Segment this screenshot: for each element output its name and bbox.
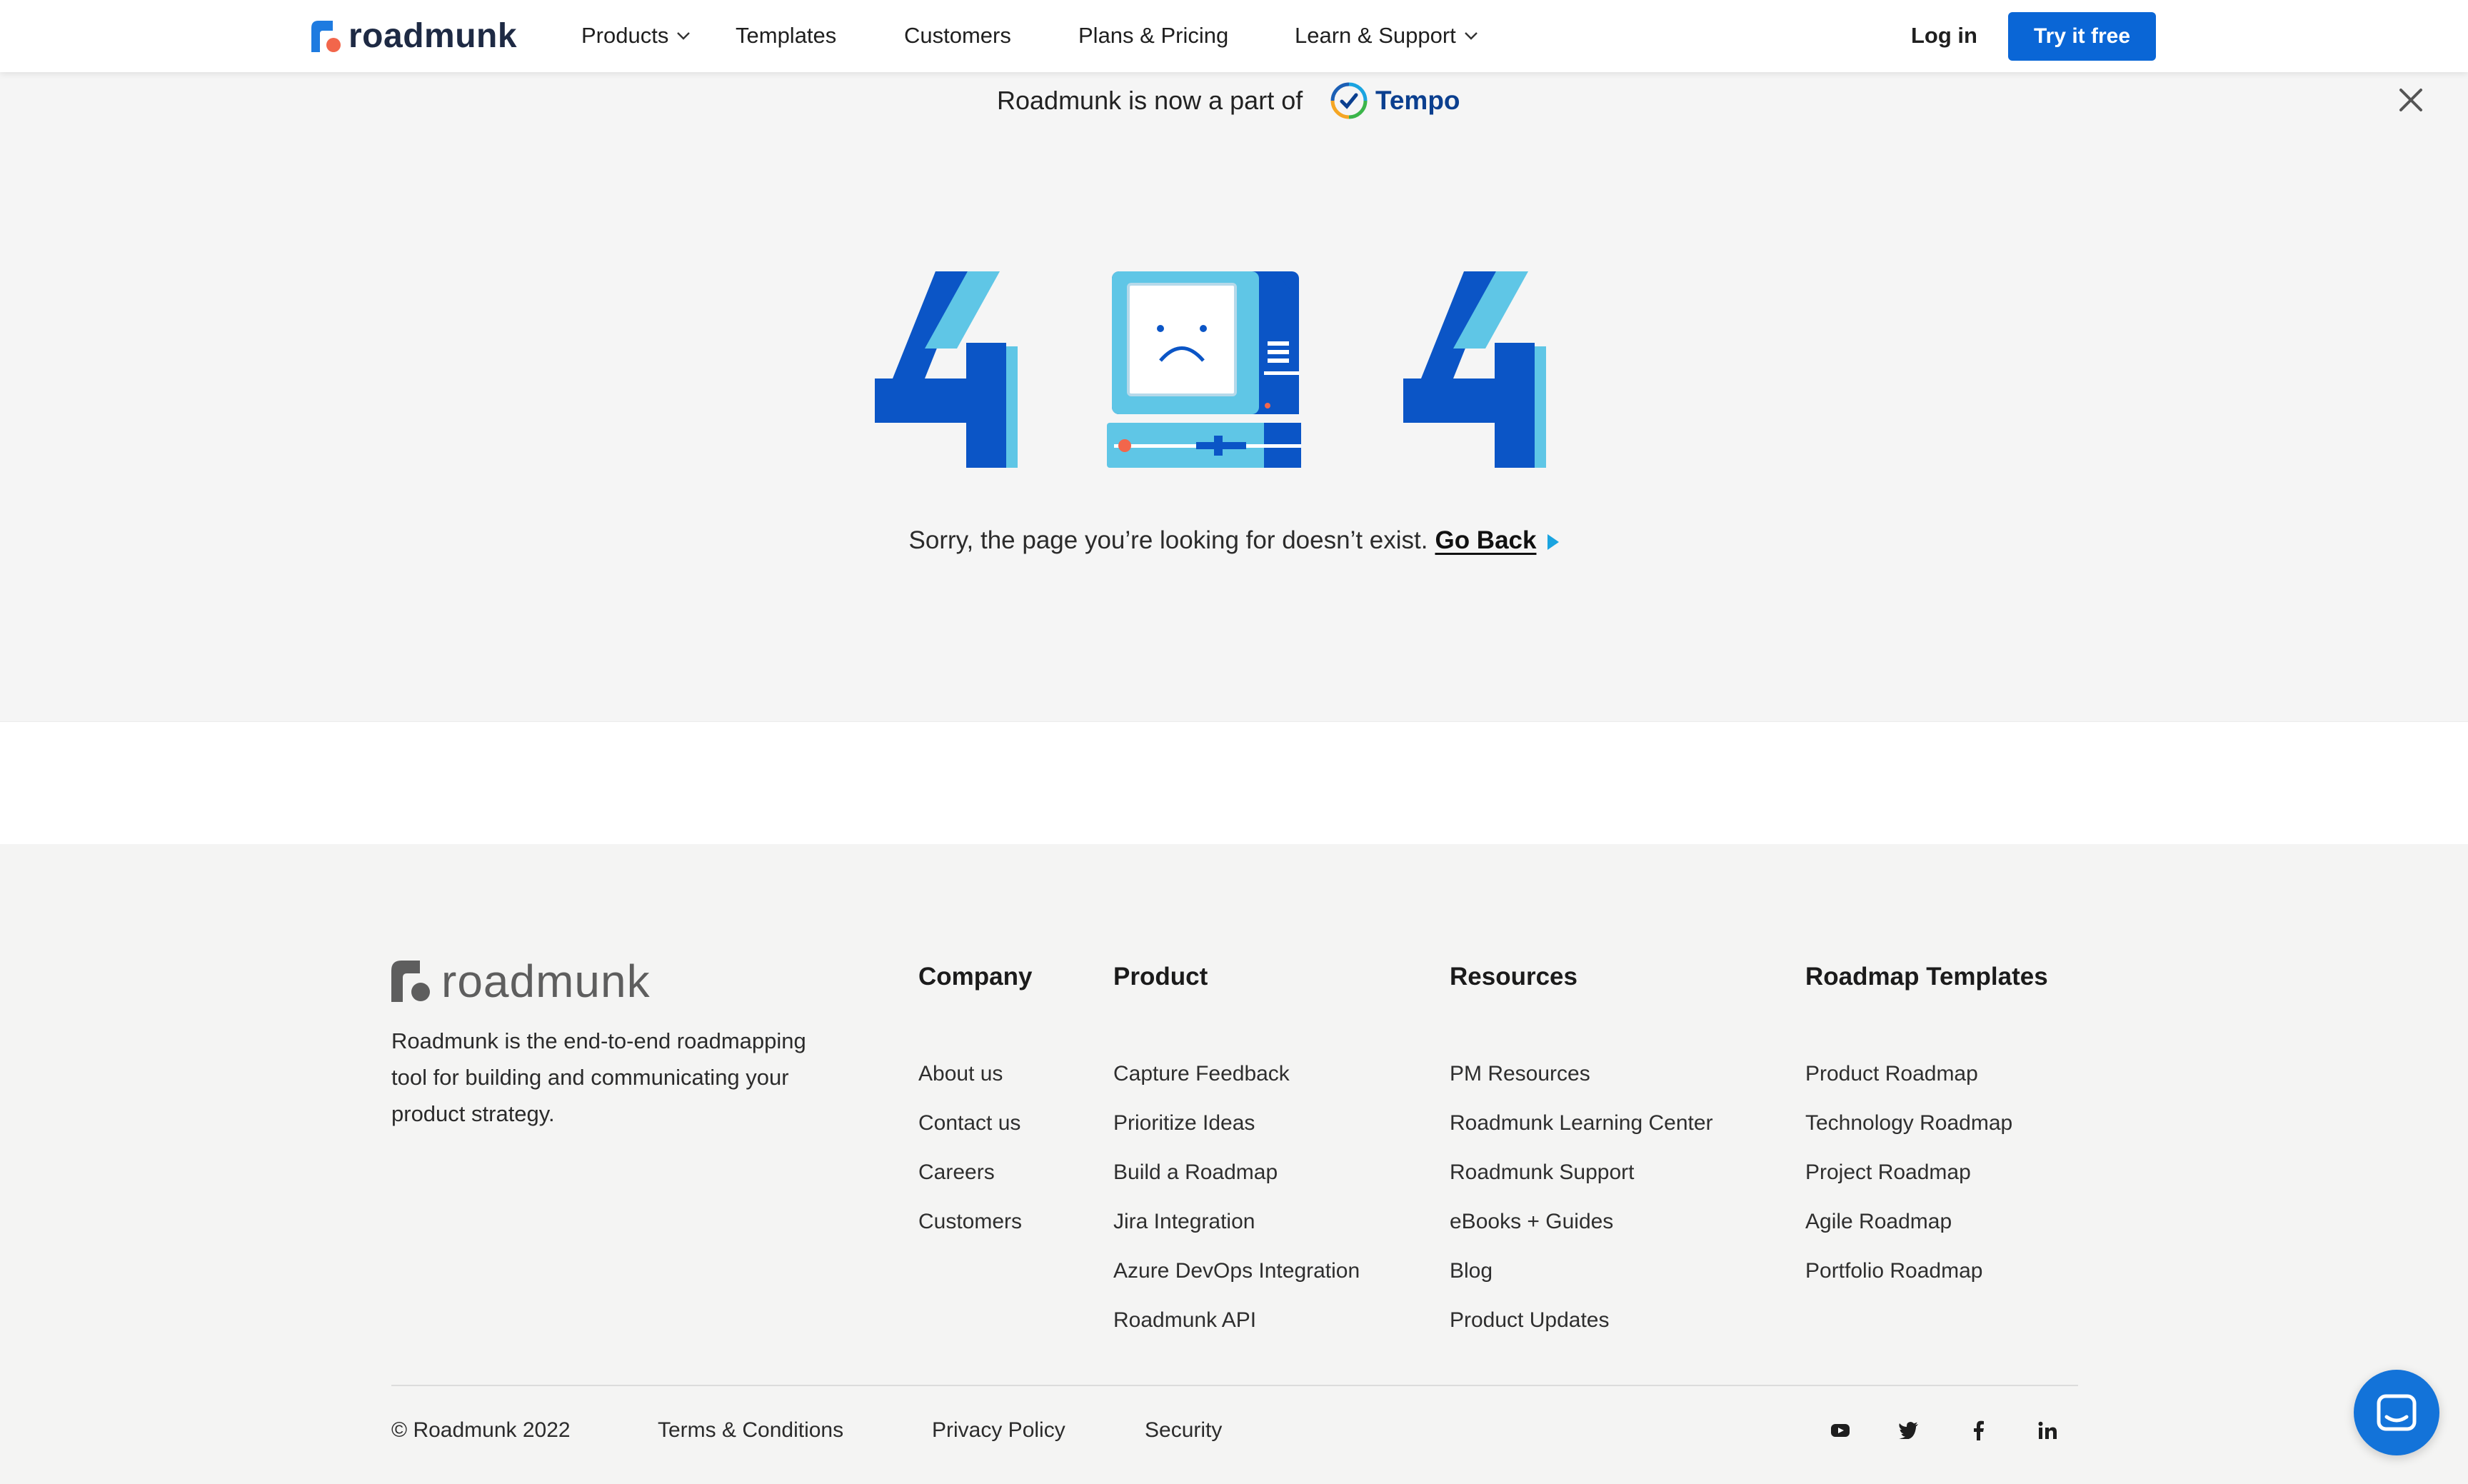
nav-templates[interactable]: Templates [736,20,836,51]
site-footer: roadmunk Roadmunk is the end-to-end road… [0,844,2468,1484]
footer-link-blog[interactable]: Blog [1450,1246,1713,1295]
footer-column-company: Company About us Contact us Careers Cust… [918,958,1032,1246]
nav-plans-pricing-label: Plans & Pricing [1078,23,1229,48]
roadmunk-logo[interactable]: roadmunk [311,19,517,54]
footer-column-title: Product [1113,963,1208,991]
site-header: roadmunk Products Templates Customers Pl… [0,0,2468,72]
acquisition-banner-text: Roadmunk is now a part of [997,86,1303,115]
footer-column-title: Resources [1450,963,1577,991]
roadmunk-logo-icon [391,961,430,1002]
footer-link-prioritize-ideas[interactable]: Prioritize Ideas [1113,1098,1360,1148]
roadmunk-logo-icon [311,21,341,52]
chevron-down-icon [677,32,691,40]
footer-link-ebooks-guides[interactable]: eBooks + Guides [1450,1197,1713,1246]
footer-link-contact-us[interactable]: Contact us [918,1098,1032,1148]
try-it-free-button[interactable]: Try it free [2008,12,2156,61]
footer-column-title: Company [918,963,1033,991]
footer-link-product-roadmap[interactable]: Product Roadmap [1805,1049,2048,1098]
footer-link-customers[interactable]: Customers [918,1197,1032,1246]
tempo-wordmark: Tempo [1375,86,1460,115]
youtube-icon[interactable] [1830,1420,1851,1441]
nav-plans-pricing[interactable]: Plans & Pricing [1078,20,1228,51]
play-arrow-icon [1547,534,1560,550]
footer-link-build-a-roadmap[interactable]: Build a Roadmap [1113,1148,1360,1197]
footer-link-careers[interactable]: Careers [918,1148,1032,1197]
tempo-logo[interactable]: Tempo [1330,81,1460,121]
footer-link-roadmunk-api[interactable]: Roadmunk API [1113,1295,1360,1345]
linkedin-icon[interactable] [2037,1420,2058,1441]
error-message-line: Sorry, the page you’re looking for doesn… [0,526,2468,555]
footer-link-agile-roadmap[interactable]: Agile Roadmap [1805,1197,2048,1246]
footer-link-portfolio-roadmap[interactable]: Portfolio Roadmap [1805,1246,2048,1295]
footer-link-about-us[interactable]: About us [918,1049,1032,1098]
nav-learn-support[interactable]: Learn & Support [1295,20,1479,51]
nav-customers[interactable]: Customers [904,20,1011,51]
error-404-illustration [875,271,1546,468]
terms-link[interactable]: Terms & Conditions [658,1415,843,1445]
login-link[interactable]: Log in [1911,20,1977,51]
footer-column-product: Product Capture Feedback Prioritize Idea… [1113,958,1360,1345]
footer-link-capture-feedback[interactable]: Capture Feedback [1113,1049,1360,1098]
copyright: © Roadmunk 2022 [391,1418,571,1442]
footer-link-pm-resources[interactable]: PM Resources [1450,1049,1713,1098]
twitter-icon[interactable] [1898,1420,1920,1441]
chat-icon [2377,1394,2417,1431]
nav-products-label: Products [581,23,669,48]
footer-logo-wordmark: roadmunk [441,956,651,1007]
footer-column-title: Roadmap Templates [1805,963,2048,991]
security-link[interactable]: Security [1145,1415,1222,1445]
nav-products[interactable]: Products [581,20,691,51]
chevron-down-icon [1464,32,1478,40]
footer-column-resources: Resources PM Resources Roadmunk Learning… [1450,958,1713,1345]
error-message: Sorry, the page you’re looking for doesn… [908,526,1428,554]
tempo-check-icon [1330,82,1368,119]
footer-link-project-roadmap[interactable]: Project Roadmap [1805,1148,2048,1197]
privacy-link[interactable]: Privacy Policy [932,1415,1065,1445]
footer-link-azure-devops-integration[interactable]: Azure DevOps Integration [1113,1246,1360,1295]
close-icon[interactable] [2397,86,2425,114]
footer-link-product-updates[interactable]: Product Updates [1450,1295,1713,1345]
spacer-band [0,721,2468,844]
nav-learn-support-label: Learn & Support [1295,23,1456,48]
digit-four-left [875,271,1018,468]
footer-link-technology-roadmap[interactable]: Technology Roadmap [1805,1098,2048,1148]
footer-column-roadmap-templates: Roadmap Templates Product Roadmap Techno… [1805,958,2048,1295]
footer-logo[interactable]: roadmunk [391,958,651,1004]
footer-link-learning-center[interactable]: Roadmunk Learning Center [1450,1098,1713,1148]
footer-description: Roadmunk is the end-to-end roadmapping t… [391,1028,806,1126]
footer-divider [391,1385,2078,1386]
footer-link-roadmunk-support[interactable]: Roadmunk Support [1450,1148,1713,1197]
go-back-link[interactable]: Go Back [1435,526,1536,554]
digit-four-right [1403,271,1546,468]
logo-wordmark: roadmunk [348,17,518,55]
footer-link-jira-integration[interactable]: Jira Integration [1113,1197,1360,1246]
nav-customers-label: Customers [904,23,1011,48]
facebook-icon[interactable] [1968,1420,1990,1441]
chat-widget-button[interactable] [2354,1370,2439,1455]
sad-computer [1107,271,1301,468]
nav-templates-label: Templates [736,23,837,48]
